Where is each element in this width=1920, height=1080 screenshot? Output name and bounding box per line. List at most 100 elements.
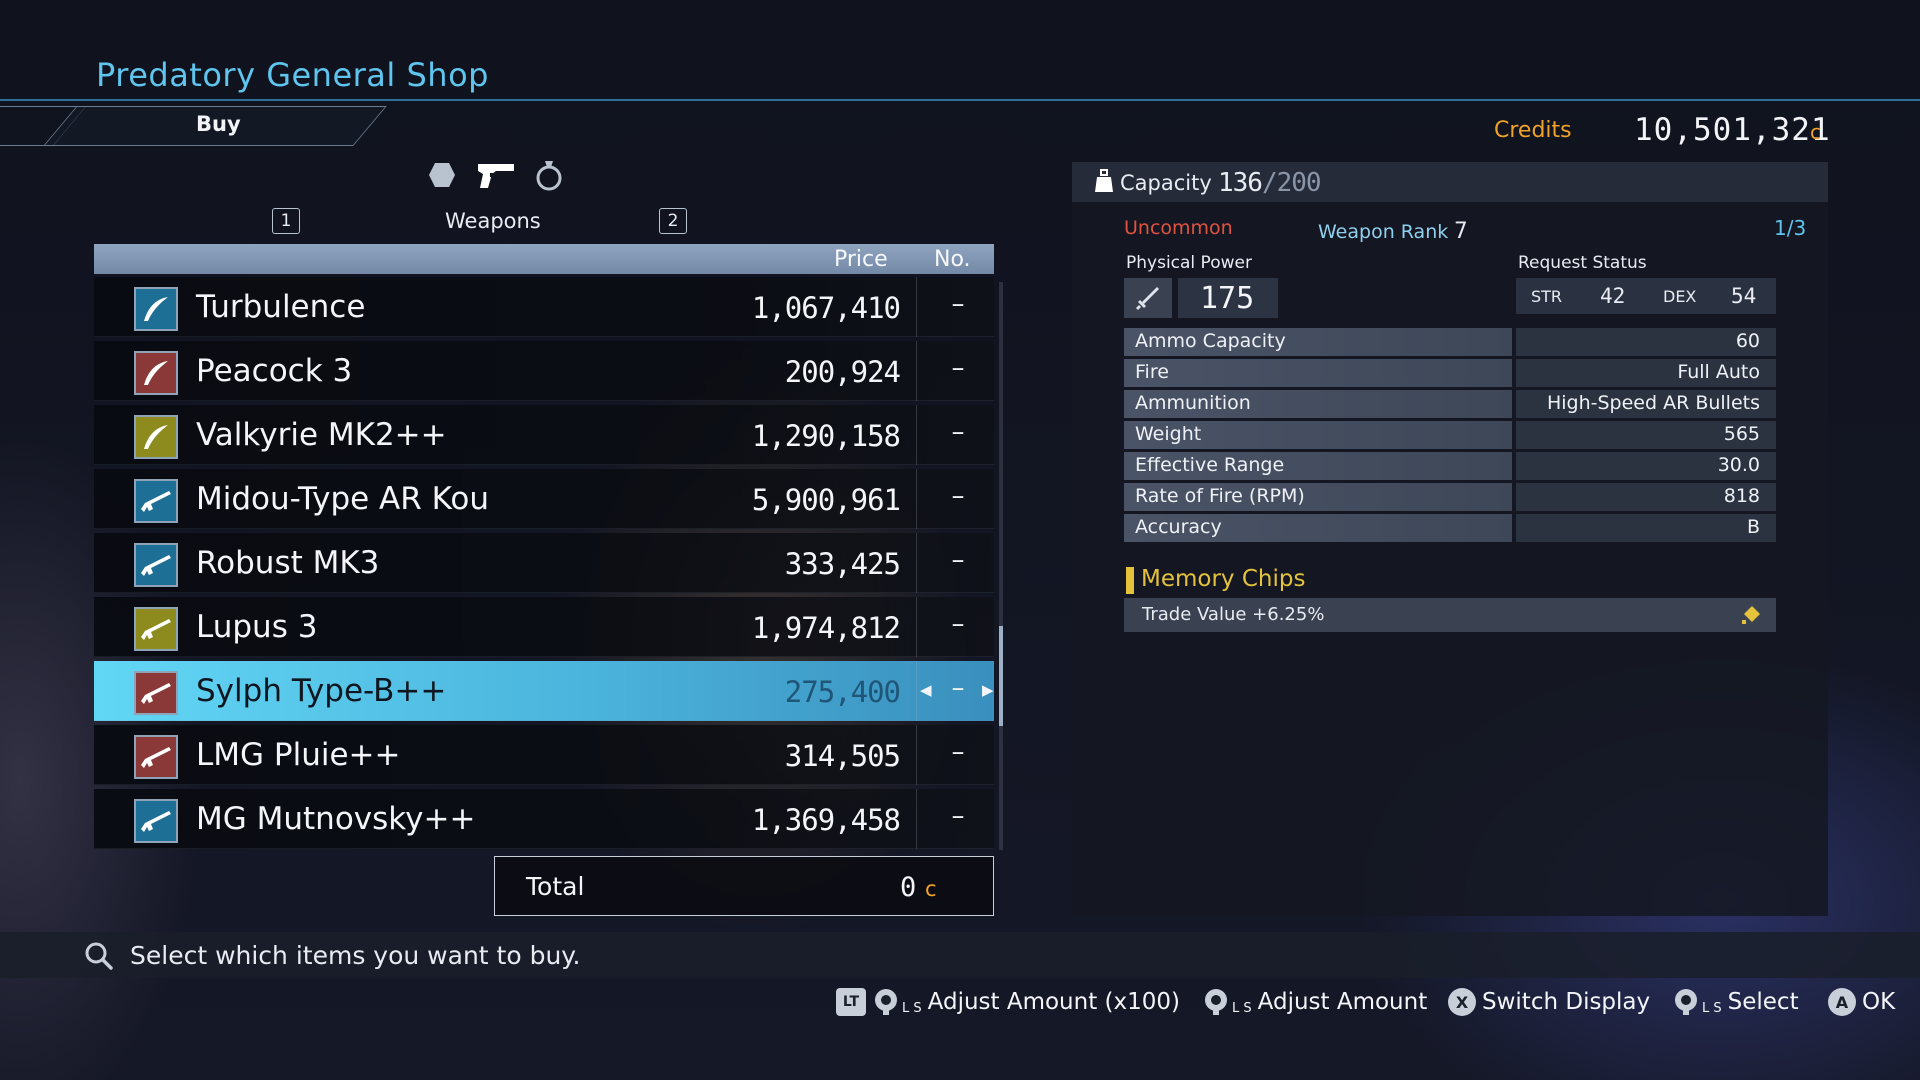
weapon-rank: Weapon Rank 7 <box>1318 219 1468 244</box>
help-text: Select which items you want to buy. <box>130 941 581 970</box>
stat-value: 818 <box>1516 483 1776 511</box>
tab-buy-label: Buy <box>196 112 241 136</box>
column-divider <box>916 405 917 465</box>
stat-value: 60 <box>1516 328 1776 356</box>
column-divider <box>916 661 917 721</box>
stat-name: Ammo Capacity <box>1124 328 1512 356</box>
stat-value: Full Auto <box>1516 359 1776 387</box>
lt-button-icon: LT <box>836 988 866 1016</box>
item-name: Peacock 3 <box>196 353 353 389</box>
item-price: 1,290,158 <box>751 419 901 453</box>
item-quantity[interactable]: – <box>946 545 970 575</box>
a-button-icon: A <box>1828 988 1856 1016</box>
column-divider <box>916 597 917 657</box>
gun-icon[interactable] <box>476 160 516 190</box>
category-next-key[interactable]: 2 <box>659 208 687 234</box>
item-row[interactable]: Turbulence 1,067,410 – <box>94 277 994 337</box>
stick-label: L S <box>1702 1001 1722 1016</box>
increase-arrow-icon[interactable]: ▶ <box>982 681 994 699</box>
decrease-arrow-icon[interactable]: ◀ <box>920 681 932 699</box>
weapon-rank-label: Weapon Rank <box>1318 221 1449 243</box>
x-button-icon: X <box>1448 988 1476 1016</box>
item-quantity[interactable]: – <box>946 289 970 319</box>
control-select[interactable]: L S Select <box>1672 988 1799 1016</box>
stat-row: Fire Full Auto <box>1124 359 1776 387</box>
total-value: 0 <box>900 872 917 903</box>
stat-row: Ammunition High-Speed AR Bullets <box>1124 390 1776 418</box>
weapon-rank-value: 7 <box>1454 219 1468 244</box>
switch-display-label: Switch Display <box>1482 989 1651 1015</box>
item-quantity[interactable]: – <box>946 609 970 639</box>
item-row[interactable]: Sylph Type-B++ 275,400 – ◀ ▶ <box>94 661 994 721</box>
item-row[interactable]: Peacock 3 200,924 – <box>94 341 994 401</box>
item-price: 314,505 <box>784 739 901 773</box>
physical-power-label: Physical Power <box>1126 253 1252 273</box>
item-price: 5,900,961 <box>751 483 901 517</box>
ring-icon[interactable] <box>534 160 564 191</box>
column-divider <box>916 469 917 529</box>
control-adjust-100[interactable]: LT L S Adjust Amount (x100) <box>836 988 1180 1016</box>
adjust-label: Adjust Amount <box>1257 989 1428 1015</box>
category-prev-key[interactable]: 1 <box>272 208 300 234</box>
left-stick-icon: L S <box>1202 988 1252 1016</box>
scrollbar-thumb[interactable] <box>999 626 1003 726</box>
item-price: 1,974,812 <box>751 611 901 645</box>
quantity-column-header: No. <box>934 247 971 272</box>
memory-chips-marker <box>1126 567 1134 594</box>
item-quantity[interactable]: – <box>946 481 970 511</box>
item-quantity[interactable]: – <box>946 673 970 703</box>
item-row[interactable]: LMG Pluie++ 314,505 – <box>94 725 994 785</box>
capacity-current: 136 <box>1218 168 1263 198</box>
stat-value: B <box>1516 514 1776 542</box>
item-row[interactable]: Robust MK3 333,425 – <box>94 533 994 593</box>
select-label: Select <box>1727 989 1799 1015</box>
rifle-icon <box>134 543 178 587</box>
adjust-100-label: Adjust Amount (x100) <box>927 989 1181 1015</box>
credits-label: Credits <box>1494 118 1572 143</box>
scrollbar-track[interactable] <box>999 282 1003 850</box>
stat-value: High-Speed AR Bullets <box>1516 390 1776 418</box>
rifle-icon <box>134 671 178 715</box>
item-name: MG Mutnovsky++ <box>196 801 476 837</box>
control-switch-display[interactable]: X Switch Display <box>1448 988 1650 1016</box>
dex-label: DEX <box>1663 287 1697 306</box>
stat-row: Weight 565 <box>1124 421 1776 449</box>
str-label: STR <box>1531 287 1563 306</box>
ok-label: OK <box>1862 989 1896 1015</box>
rifle-icon <box>134 479 178 523</box>
item-quantity[interactable]: – <box>946 353 970 383</box>
detail-page-indicator[interactable]: 1/3 <box>1774 216 1806 240</box>
column-divider <box>916 277 917 337</box>
column-divider <box>916 341 917 401</box>
item-name: Lupus 3 <box>196 609 318 645</box>
rifle-icon <box>134 799 178 843</box>
item-price: 333,425 <box>784 547 901 581</box>
credits-unit: c <box>1810 120 1821 144</box>
stat-name: Weight <box>1124 421 1512 449</box>
accessory-hexagon-icon[interactable] <box>428 160 456 190</box>
item-price: 1,067,410 <box>751 291 901 325</box>
capacity-value: 136/200 <box>1218 168 1322 198</box>
item-quantity[interactable]: – <box>946 737 970 767</box>
item-name: Robust MK3 <box>196 545 380 581</box>
item-row[interactable]: Lupus 3 1,974,812 – <box>94 597 994 657</box>
capacity-label: Capacity <box>1120 171 1212 195</box>
column-divider <box>916 533 917 593</box>
control-adjust[interactable]: L S Adjust Amount <box>1202 988 1427 1016</box>
control-ok[interactable]: A OK <box>1828 988 1895 1016</box>
stat-name: Ammunition <box>1124 390 1512 418</box>
shop-title: Predatory General Shop <box>96 56 489 94</box>
item-row[interactable]: Midou-Type AR Kou 5,900,961 – <box>94 469 994 529</box>
column-divider <box>916 789 917 849</box>
item-quantity[interactable]: – <box>946 417 970 447</box>
search-icon <box>84 941 114 975</box>
rarity-label: Uncommon <box>1124 217 1233 239</box>
stick-label: L S <box>1232 1001 1252 1016</box>
rifle-icon <box>134 607 178 651</box>
item-quantity[interactable]: – <box>946 801 970 831</box>
request-status-label: Request Status <box>1518 253 1647 273</box>
item-row[interactable]: Valkyrie MK2++ 1,290,158 – <box>94 405 994 465</box>
item-row[interactable]: MG Mutnovsky++ 1,369,458 – <box>94 789 994 849</box>
item-name: Turbulence <box>196 289 366 325</box>
stat-row: Rate of Fire (RPM) 818 <box>1124 483 1776 511</box>
